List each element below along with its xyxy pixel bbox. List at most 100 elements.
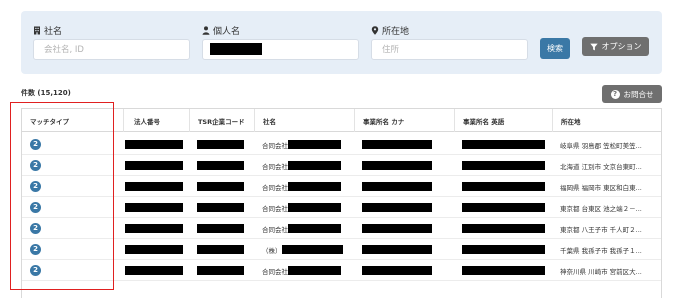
redacted-value	[281, 245, 343, 254]
redacted-value	[362, 203, 432, 212]
office-kana-cell	[354, 155, 454, 176]
company-field-label: 社名	[33, 24, 62, 37]
table-row[interactable]: 2 合同会社 岐阜県 羽島郡 笠松町美笠...	[22, 134, 661, 155]
tsr-code-cell	[189, 239, 254, 260]
header-office-english[interactable]: 事業所名 英語	[454, 109, 552, 132]
corporate-number-cell	[123, 197, 189, 218]
match-type-badge: 2	[30, 160, 41, 171]
company-name-prefix: 合同会社	[262, 204, 288, 213]
table-row[interactable]: 2 （株） 千葉県 我孫子市 我孫子１...	[22, 239, 661, 260]
match-type-cell: 2	[22, 197, 123, 218]
redacted-value	[197, 161, 244, 170]
location-input[interactable]	[371, 39, 528, 60]
search-button[interactable]: 検索	[540, 38, 570, 59]
address-cell: 北海道 江別市 文京台東町...	[560, 162, 642, 171]
inquiry-button[interactable]: ? お問合せ	[602, 85, 662, 103]
company-name-cell[interactable]: 合同会社	[254, 176, 354, 197]
redacted-value	[197, 182, 244, 191]
office-english-cell	[454, 155, 552, 176]
person-name-field[interactable]	[202, 39, 359, 60]
question-icon: ?	[610, 89, 620, 99]
match-type-cell: 2	[22, 176, 123, 197]
match-type-badge: 2	[30, 181, 41, 192]
company-name-cell[interactable]: 合同会社	[254, 134, 354, 155]
office-kana-cell	[354, 197, 454, 218]
corporate-number-cell	[123, 134, 189, 155]
address-cell: 神奈川県 川崎市 宮前区大...	[560, 267, 642, 276]
office-english-cell	[454, 176, 552, 197]
company-name-prefix: 合同会社	[262, 225, 288, 234]
office-kana-cell	[354, 260, 454, 281]
company-name-input[interactable]	[33, 39, 190, 60]
company-name-prefix: 合同会社	[262, 162, 288, 171]
redacted-value	[288, 161, 341, 170]
redacted-value	[462, 161, 545, 170]
match-type-badge: 2	[30, 139, 41, 150]
redacted-value	[288, 140, 341, 149]
company-name-cell[interactable]: 合同会社	[254, 260, 354, 281]
office-english-cell	[454, 260, 552, 281]
redacted-value	[462, 224, 545, 233]
header-company-name[interactable]: 社名	[254, 109, 354, 132]
table-row[interactable]: 2 合同会社 東京都 台東区 池之端２－...	[22, 197, 661, 218]
result-count: 件数 (15,120)	[21, 89, 71, 97]
inquiry-button-label: お問合せ	[623, 89, 654, 99]
corporate-number-cell	[123, 176, 189, 197]
company-name-cell[interactable]: （株）	[254, 239, 354, 260]
office-kana-cell	[354, 218, 454, 239]
header-address[interactable]: 所在地	[552, 109, 661, 132]
tsr-code-cell	[189, 218, 254, 239]
company-name-prefix: （株）	[262, 246, 282, 255]
tsr-code-cell	[189, 197, 254, 218]
redacted-value	[125, 140, 183, 149]
redacted-value	[462, 140, 545, 149]
company-name-cell[interactable]: 合同会社	[254, 197, 354, 218]
company-name-cell[interactable]: 合同会社	[254, 155, 354, 176]
redacted-value	[362, 245, 432, 254]
redacted-value	[462, 266, 545, 275]
company-label-text: 社名	[44, 27, 63, 37]
header-corporate-number[interactable]: 法人番号	[123, 109, 189, 132]
match-type-cell: 2	[22, 239, 123, 260]
table-row[interactable]: 2 合同会社 福岡県 福岡市 東区和白東...	[22, 176, 661, 197]
redacted-value	[197, 140, 244, 149]
person-field-label: 個人名	[202, 24, 240, 37]
table-row[interactable]: 2 合同会社 北海道 江別市 文京台東町...	[22, 155, 661, 176]
redacted-value	[362, 266, 432, 275]
company-name-prefix: 合同会社	[262, 267, 288, 276]
match-type-badge: 2	[30, 223, 41, 234]
office-kana-cell	[354, 134, 454, 155]
corporate-number-cell	[123, 155, 189, 176]
map-pin-icon	[371, 26, 379, 35]
filter-icon	[589, 43, 598, 50]
tsr-code-cell	[189, 155, 254, 176]
company-name-cell[interactable]: 合同会社	[254, 218, 354, 239]
table-row[interactable]: 2 合同会社 神奈川県 川崎市 宮前区大...	[22, 260, 661, 281]
company-name-prefix: 合同会社	[262, 141, 288, 150]
address-cell: 千葉県 我孫子市 我孫子１...	[560, 246, 642, 255]
match-type-cell: 2	[22, 260, 123, 281]
header-match-type[interactable]: マッチタイプ	[22, 109, 123, 132]
match-type-badge: 2	[30, 202, 41, 213]
option-button[interactable]: オプション	[582, 37, 649, 56]
redacted-value	[362, 224, 432, 233]
table-row[interactable]: 2 合同会社 東京都 八王子市 千人町２...	[22, 218, 661, 239]
address-cell: 岐阜県 羽島郡 笠松町美笠...	[560, 141, 642, 150]
person-label-text: 個人名	[213, 27, 241, 37]
redacted-value	[125, 182, 183, 191]
header-office-kana[interactable]: 事業所名 カナ	[354, 109, 454, 132]
redacted-value	[462, 245, 545, 254]
redacted-value	[362, 182, 432, 191]
match-type-cell: 2	[22, 134, 123, 155]
person-icon	[202, 26, 210, 35]
redacted-value	[125, 245, 183, 254]
match-type-badge: 2	[30, 265, 41, 276]
location-label-text: 所在地	[382, 27, 410, 37]
header-tsr-code[interactable]: TSR企業コード	[189, 109, 254, 132]
redacted-value	[288, 224, 341, 233]
redacted-value	[288, 182, 341, 191]
table-header: マッチタイプ 法人番号 TSR企業コード 社名 事業所名 カナ 事業所名 英語 …	[22, 109, 661, 132]
redacted-value	[362, 140, 432, 149]
results-table: マッチタイプ 法人番号 TSR企業コード 社名 事業所名 カナ 事業所名 英語 …	[21, 108, 662, 298]
redacted-value	[125, 266, 183, 275]
